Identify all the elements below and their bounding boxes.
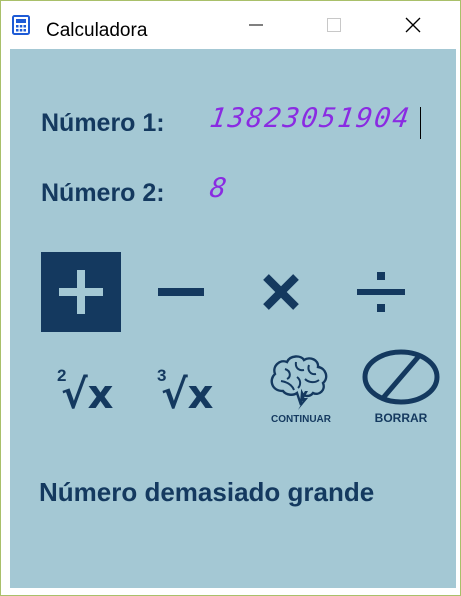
clear-label: BORRAR <box>375 411 428 425</box>
close-button[interactable] <box>390 1 436 49</box>
close-icon <box>405 17 421 33</box>
plus-icon <box>59 270 103 314</box>
subtract-button[interactable] <box>141 252 221 332</box>
number1-input[interactable]: 13823051904 <box>208 103 413 134</box>
minus-icon <box>158 288 204 296</box>
maximize-icon <box>327 18 341 32</box>
cube-root-symbol: √x <box>161 372 214 415</box>
status-message: Número demasiado grande <box>39 477 375 507</box>
cube-root-button[interactable]: 3 √x <box>146 349 236 429</box>
number2-input[interactable]: 8 <box>208 173 231 204</box>
number2-label: Número 2: <box>41 179 165 207</box>
square-root-symbol: √x <box>61 372 114 415</box>
divide-icon <box>357 272 405 312</box>
window-title: Calculadora <box>46 20 148 41</box>
calculator-window: Calculadora Número 1: 13823051904 Número… <box>0 0 461 596</box>
cube-root-icon: 3 √x <box>157 366 214 415</box>
multiply-icon <box>263 274 299 310</box>
no-symbol-icon: BORRAR <box>362 349 440 425</box>
divide-button[interactable] <box>341 252 421 332</box>
brain-icon: CONTINUAR <box>270 355 332 425</box>
square-root-button[interactable]: 2 √x <box>46 349 136 429</box>
continue-button[interactable]: CONTINUAR <box>256 347 346 427</box>
add-button[interactable] <box>41 252 121 332</box>
number1-label: Número 1: <box>41 109 165 137</box>
calculator-icon <box>12 15 30 35</box>
text-caret <box>420 107 421 139</box>
continue-label: CONTINUAR <box>271 414 332 425</box>
maximize-button <box>311 1 357 49</box>
calculator-body: Número 1: 13823051904 Número 2: 8 2 √x 3… <box>10 49 456 588</box>
square-root-icon: 2 √x <box>57 366 114 415</box>
clear-button[interactable]: BORRAR <box>356 347 446 427</box>
minimize-icon <box>249 24 263 26</box>
minimize-button[interactable] <box>233 1 279 49</box>
multiply-button[interactable] <box>241 252 321 332</box>
title-bar[interactable]: Calculadora <box>1 1 460 49</box>
